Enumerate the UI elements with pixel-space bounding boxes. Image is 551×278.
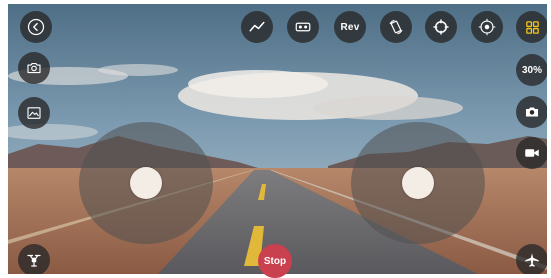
speed-toggle-button[interactable]: 30% — [516, 54, 547, 86]
camera-feed-background — [8, 4, 547, 274]
fly-mode-button[interactable] — [516, 244, 547, 274]
left-joystick-knob[interactable] — [130, 167, 162, 199]
stop-label: Stop — [263, 255, 287, 267]
stop-button[interactable]: Stop — [258, 244, 292, 278]
speed-label: 30% — [521, 64, 542, 76]
right-joystick[interactable] — [351, 122, 485, 244]
left-joystick[interactable] — [79, 122, 213, 244]
airplane-icon — [525, 253, 539, 267]
right-joystick-knob[interactable] — [402, 167, 434, 199]
gravity-sensor-button[interactable] — [380, 11, 412, 43]
grid-icon — [525, 20, 539, 34]
phone-rotate-icon — [389, 19, 403, 35]
camera-icon — [526, 107, 538, 117]
camera-outline-icon — [27, 62, 41, 74]
headless-mode-button[interactable] — [425, 11, 457, 43]
zigzag-line-icon — [249, 21, 265, 32]
drone-icon — [27, 254, 41, 267]
video-camera-icon — [525, 149, 539, 157]
trajectory-button[interactable] — [241, 11, 273, 43]
video-album-button[interactable] — [18, 97, 50, 129]
crosshair-icon — [433, 19, 449, 35]
chevron-left-icon — [27, 18, 45, 36]
take-photo-button[interactable] — [516, 96, 547, 128]
photo-album-button[interactable] — [18, 52, 50, 84]
back-button[interactable] — [20, 11, 52, 43]
rev-label: Rev — [340, 21, 360, 33]
menu-grid-button[interactable] — [516, 11, 547, 43]
image-icon — [27, 107, 41, 119]
calibrate-button[interactable] — [471, 11, 503, 43]
flight-control-screen: Rev 30% — [8, 4, 547, 274]
takeoff-land-button[interactable] — [18, 244, 50, 274]
rev-button[interactable]: Rev — [334, 11, 366, 43]
target-icon — [478, 18, 496, 36]
vr-goggles-icon — [295, 22, 311, 32]
vr-mode-button[interactable] — [287, 11, 319, 43]
record-video-button[interactable] — [516, 137, 547, 169]
